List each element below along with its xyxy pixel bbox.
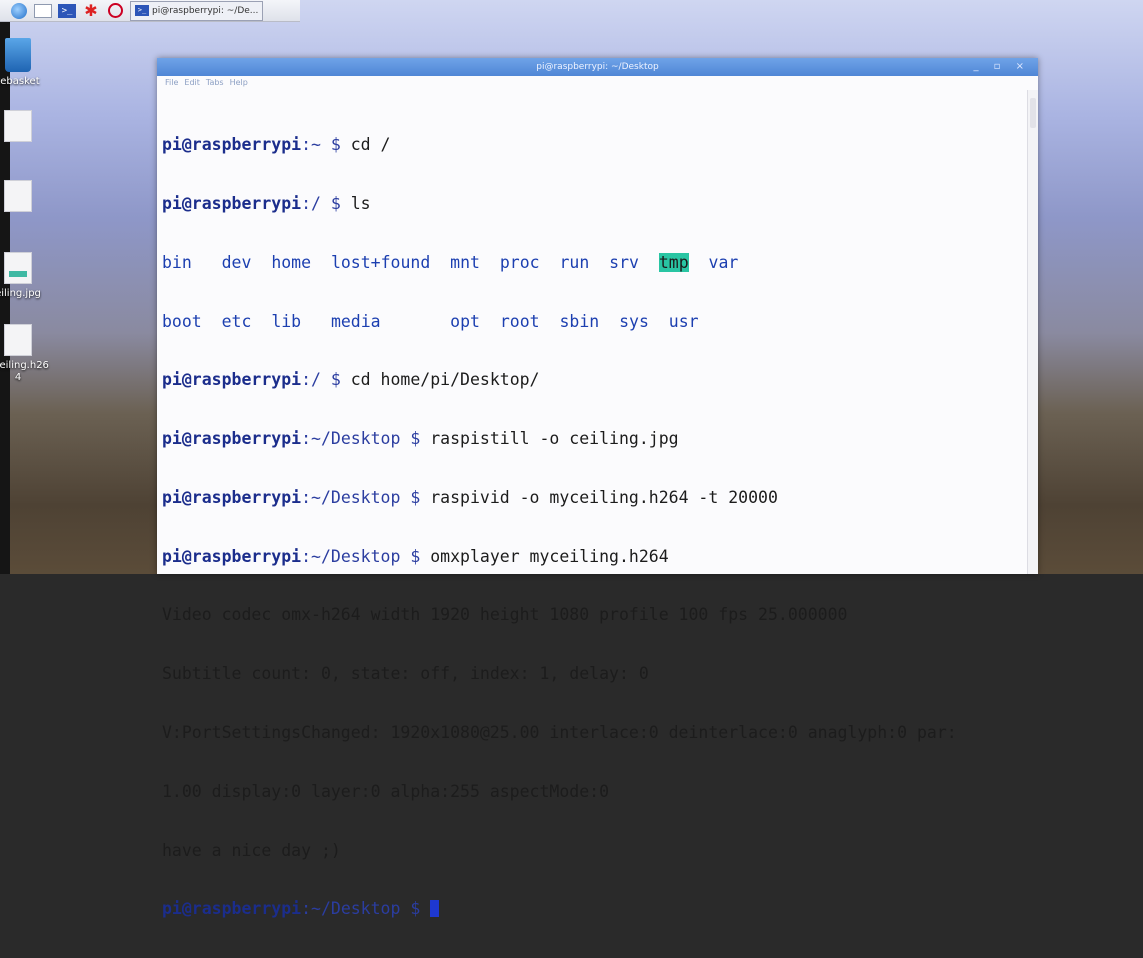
- dir-entry-highlighted: tmp: [658, 252, 689, 272]
- dir-entry: mnt: [450, 252, 480, 272]
- star-icon[interactable]: ✱: [82, 2, 100, 19]
- dir-entry: etc: [221, 311, 252, 331]
- prompt-path: :~ $: [301, 135, 351, 155]
- prompt-user: pi@raspberrypi: [162, 546, 302, 566]
- prompt-user: pi@raspberrypi: [162, 135, 302, 155]
- desktop-icon-label: ceiling.h26 4: [0, 360, 49, 383]
- dir-entry: dev: [221, 252, 252, 272]
- prompt-path: :~/Desktop $: [301, 487, 431, 507]
- ceiling-jpg-desktop-icon[interactable]: eiling.jpg: [0, 252, 42, 300]
- desktop-file-icon[interactable]: [0, 180, 42, 216]
- menu-tabs[interactable]: Tabs: [206, 76, 224, 90]
- taskbar-terminal-button[interactable]: >_ pi@raspberrypi: ~/De...: [130, 0, 264, 21]
- wastebasket-desktop-icon[interactable]: tebasket: [0, 38, 42, 88]
- terminal-icon: >_: [135, 5, 149, 16]
- taskbar-button-label: pi@raspberrypi: ~/De...: [152, 5, 259, 16]
- command-text: cd /: [350, 135, 391, 155]
- video-file-icon: [4, 324, 32, 356]
- prompt-path: :~/Desktop $: [301, 899, 431, 919]
- dir-entry: opt: [450, 311, 480, 331]
- ls-output-line: bin dev home lost+found mnt proc run srv…: [162, 252, 1026, 273]
- dir-entry: lost+found: [330, 252, 431, 272]
- dir-entry: run: [559, 252, 590, 272]
- terminal-icon[interactable]: >_: [58, 3, 76, 19]
- file-manager-icon[interactable]: [34, 3, 52, 19]
- dir-entry: sbin: [559, 311, 600, 331]
- dir-entry: var: [708, 252, 739, 272]
- dir-entry: media: [330, 311, 381, 331]
- text-cursor[interactable]: [430, 900, 440, 918]
- command-text: raspistill -o ceiling.jpg: [430, 429, 679, 449]
- window-title: pi@raspberrypi: ~/Desktop: [536, 62, 659, 72]
- file-icon: [4, 110, 32, 142]
- menu-help[interactable]: Help: [230, 76, 248, 90]
- terminal-output[interactable]: pi@raspberrypi:~ $ cd / pi@raspberrypi:/…: [162, 96, 1026, 918]
- prompt-path: :~/Desktop $: [301, 429, 431, 449]
- terminal-line: pi@raspberrypi:~/Desktop $ raspivid -o m…: [162, 488, 1026, 508]
- dir-entry: bin: [162, 252, 192, 272]
- output-line: 1.00 display:0 layer:0 alpha:255 aspectM…: [162, 781, 610, 801]
- trash-icon: [5, 38, 31, 72]
- output-line: have a nice day ;): [162, 840, 341, 860]
- window-controls[interactable]: _ ▫ ×: [973, 58, 1030, 76]
- terminal-line: pi@raspberrypi:/ $ cd home/pi/Desktop/: [162, 370, 1026, 390]
- command-text: omxplayer myceiling.h264: [430, 546, 669, 566]
- globe-icon[interactable]: [10, 2, 28, 19]
- output-line: Subtitle count: 0, state: off, index: 1,…: [162, 664, 649, 684]
- terminal-line: pi@raspberrypi:~/Desktop $: [162, 899, 1026, 919]
- dir-entry: home: [271, 252, 312, 272]
- dir-entry: usr: [668, 311, 699, 331]
- prompt-user: pi@raspberrypi: [162, 429, 302, 449]
- terminal-window[interactable]: pi@raspberrypi: ~/Desktop _ ▫ × File Edi…: [157, 58, 1038, 918]
- terminal-line: pi@raspberrypi:/ $ ls: [162, 194, 1026, 214]
- prompt-user: pi@raspberrypi: [162, 193, 302, 213]
- dir-entry: lib: [271, 311, 302, 331]
- image-file-icon: [4, 252, 32, 284]
- prompt-user: pi@raspberrypi: [162, 370, 302, 390]
- prompt-path: :/ $: [301, 370, 351, 390]
- desktop-icon-label: eiling.jpg: [0, 288, 41, 299]
- scrollbar[interactable]: [1027, 90, 1038, 574]
- command-text: raspivid -o myceiling.h264 -t 20000: [430, 487, 778, 507]
- dir-entry: boot: [162, 311, 202, 331]
- dir-entry: sys: [619, 311, 649, 331]
- terminal-line: pi@raspberrypi:~/Desktop $ raspistill -o…: [162, 429, 1026, 449]
- prompt-path: :~/Desktop $: [301, 546, 431, 566]
- taskbar: >_ ✱ >_ pi@raspberrypi: ~/De...: [0, 0, 300, 22]
- menu-file[interactable]: File: [165, 76, 178, 90]
- menu-bar: File Edit Tabs Help: [157, 76, 1038, 90]
- prompt-user: pi@raspberrypi: [162, 899, 302, 919]
- dir-entry: root: [499, 311, 540, 331]
- menu-edit[interactable]: Edit: [184, 76, 200, 90]
- terminal-line: pi@raspberrypi:~ $ cd /: [162, 135, 1026, 155]
- raspberry-icon[interactable]: [106, 3, 124, 19]
- prompt-path: :/ $: [301, 193, 351, 213]
- desktop-file-icon[interactable]: [0, 110, 42, 146]
- scrollbar-thumb[interactable]: [1030, 98, 1036, 128]
- window-titlebar[interactable]: pi@raspberrypi: ~/Desktop _ ▫ ×: [157, 58, 1038, 76]
- prompt-user: pi@raspberrypi: [162, 487, 302, 507]
- output-line: V:PortSettingsChanged: 1920x1080@25.00 i…: [162, 723, 957, 742]
- ceiling-h264-desktop-icon[interactable]: ceiling.h26 4: [0, 324, 49, 384]
- dir-entry: proc: [499, 252, 540, 272]
- desktop-icon-label: tebasket: [0, 76, 40, 87]
- dir-entry: srv: [609, 252, 639, 272]
- terminal-line: pi@raspberrypi:~/Desktop $ omxplayer myc…: [162, 547, 1026, 567]
- command-text: cd home/pi/Desktop/: [350, 370, 540, 390]
- file-icon: [4, 180, 32, 212]
- command-text: ls: [350, 193, 371, 213]
- output-line: Video codec omx-h264 width 1920 height 1…: [162, 605, 848, 625]
- ls-output-line: boot etc lib media opt root sbin sys usr: [162, 312, 1026, 332]
